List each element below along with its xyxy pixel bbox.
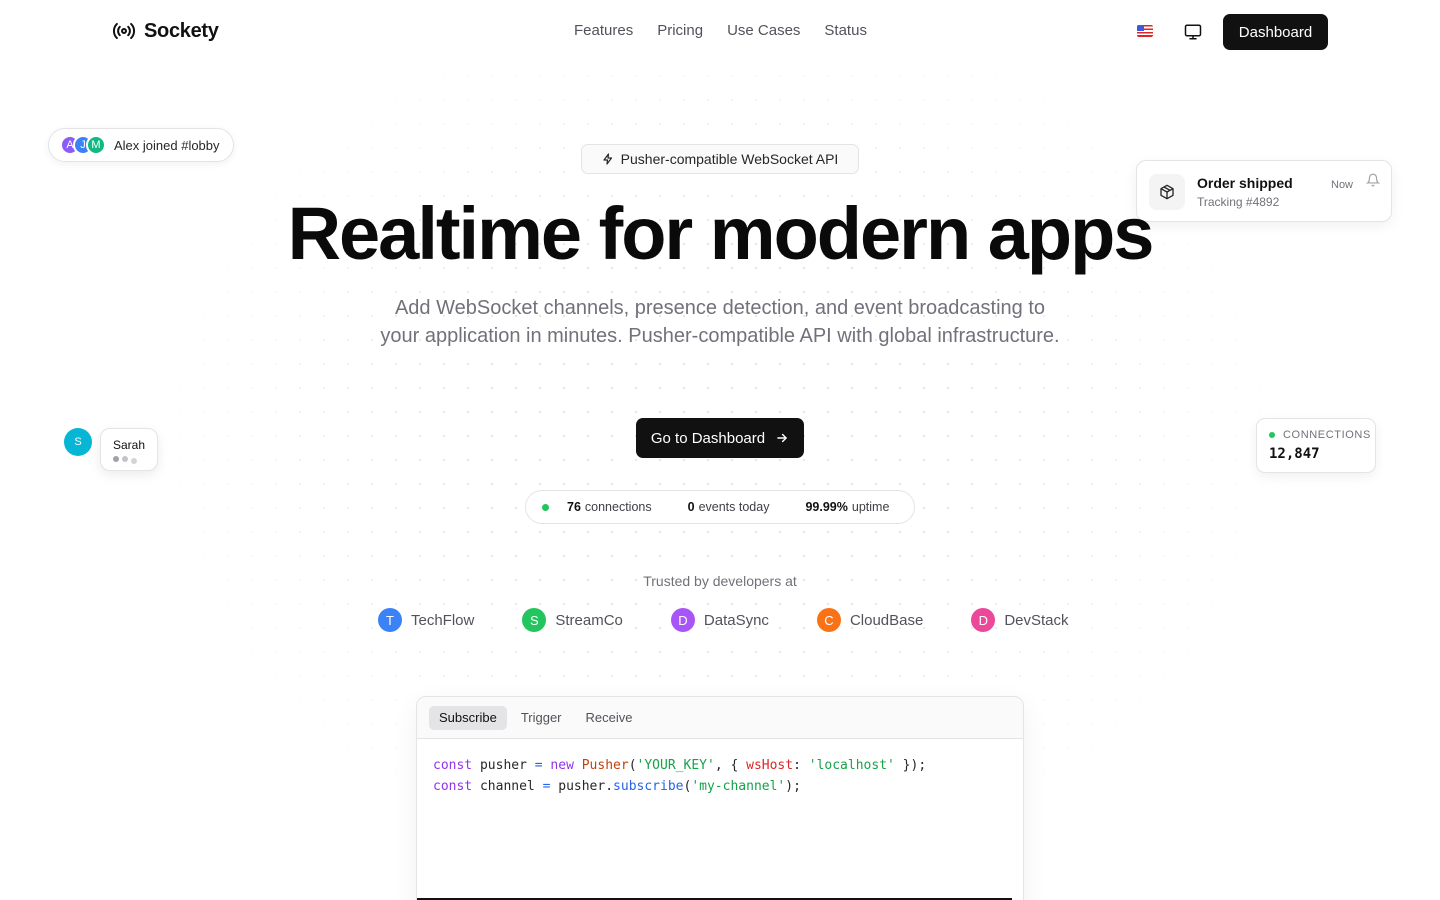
stat-value: 0: [687, 500, 695, 514]
live-dot: [542, 503, 549, 511]
hero-title: Realtime for modern apps: [287, 192, 1155, 275]
nav-link-use-cases[interactable]: Use Cases: [727, 22, 800, 39]
logo-mark: T: [378, 608, 402, 632]
logo-name: DataSync: [703, 611, 769, 629]
nav-link-status[interactable]: Status: [824, 22, 867, 39]
nav-link-features[interactable]: Features: [574, 22, 633, 39]
stat-connections: 76 connections: [567, 500, 652, 514]
logo-mark: D: [670, 608, 695, 632]
stat-value: 76: [567, 500, 581, 514]
order-time: Now: [1331, 179, 1354, 191]
code-line: const channel = pusher.subscribe('my-cha…: [433, 779, 801, 794]
logo-mark: S: [522, 608, 547, 632]
bell-icon: [1366, 173, 1380, 187]
hero-subtitle: Add WebSocket channels, presence detecti…: [380, 297, 1060, 347]
logo-name: StreamCo: [555, 611, 623, 629]
brand-name: Sockety: [144, 19, 219, 42]
connections-label: CONNECTIONS: [1283, 429, 1371, 441]
live-dot: [1269, 432, 1275, 438]
join-notification: A J M Alex joined #lobby: [48, 128, 234, 162]
logo-cloudbase: C CloudBase: [816, 608, 924, 632]
stat-value: 99.99%: [805, 500, 848, 514]
logo-name: DevStack: [1004, 611, 1069, 629]
nav-link-pricing[interactable]: Pricing: [657, 22, 703, 39]
join-text: Alex joined #lobby: [114, 137, 220, 153]
stat-label: events today: [698, 500, 770, 514]
arrow-right-icon: [777, 433, 787, 443]
customer-logos: T TechFlow S StreamCo D DataSync C Cloud…: [378, 608, 1069, 632]
broadcast-icon: [112, 22, 136, 40]
typing-indicator: Sarah: [100, 428, 158, 471]
avatar: M: [86, 135, 106, 155]
badge-text: Pusher-compatible WebSocket API: [620, 151, 839, 167]
stat-label: uptime: [851, 500, 890, 514]
go-to-dashboard-button[interactable]: Go to Dashboard: [636, 418, 804, 458]
connections-card: CONNECTIONS 12,847: [1256, 418, 1376, 473]
stat-label: connections: [584, 500, 652, 514]
avatar: S: [64, 428, 92, 456]
logo-mark: C: [816, 608, 841, 632]
bolt-icon: [603, 153, 612, 165]
logo-streamco: S StreamCo: [522, 608, 623, 632]
logo-name: CloudBase: [849, 611, 924, 629]
typing-user-name: Sarah: [113, 438, 146, 452]
connections-value: 12,847: [1269, 446, 1320, 462]
trusted-label: Trusted by developers at: [643, 573, 797, 589]
code-line: const pusher = new Pusher('YOUR_KEY', { …: [433, 758, 927, 773]
code-example-panel: Subscribe Trigger Receive const pusher =…: [416, 696, 1024, 900]
avatar-stack: A J M: [60, 135, 106, 155]
stat-uptime: 99.99% uptime: [805, 500, 889, 514]
tab-receive[interactable]: Receive: [576, 706, 643, 730]
us-flag-icon[interactable]: [1137, 25, 1153, 37]
tab-subscribe[interactable]: Subscribe: [429, 705, 507, 730]
tab-trigger[interactable]: Trigger: [511, 706, 572, 730]
logo-name: TechFlow: [411, 611, 475, 629]
dashboard-button[interactable]: Dashboard: [1223, 14, 1328, 50]
stats-bar: 76 connections 0 events today 99.99% upt…: [525, 490, 915, 524]
cta-label: Go to Dashboard: [650, 429, 766, 447]
stat-events: 0 events today: [688, 500, 770, 514]
logo-devstack: D DevStack: [971, 608, 1069, 632]
top-nav: Sockety Features Pricing Use Cases Statu…: [0, 0, 1440, 64]
code-block: const pusher = new Pusher('YOUR_KEY', { …: [417, 739, 1023, 813]
nav-links: Features Pricing Use Cases Status: [574, 22, 867, 39]
monitor-icon[interactable]: [1184, 23, 1202, 41]
code-tabs: Subscribe Trigger Receive: [417, 697, 1023, 739]
logo-techflow: T TechFlow: [378, 608, 474, 632]
logo-mark: D: [971, 608, 996, 632]
brand[interactable]: Sockety: [112, 19, 219, 43]
typing-dots: [113, 456, 137, 464]
order-title: Order shipped: [1197, 175, 1293, 191]
hero-badge: Pusher-compatible WebSocket API: [581, 144, 859, 174]
logo-datasync: D DataSync: [670, 608, 769, 632]
